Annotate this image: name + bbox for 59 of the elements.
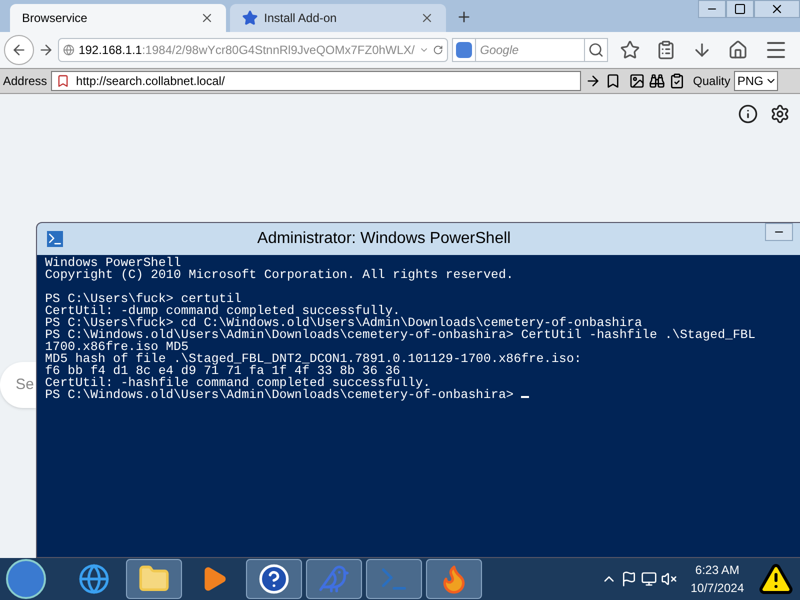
- muted-volume-icon[interactable]: [660, 571, 677, 587]
- console-line: Windows PowerShell: [45, 257, 182, 269]
- globe-icon: [78, 563, 110, 595]
- address-field[interactable]: http://search.collabnet.local/: [51, 71, 582, 91]
- restore-button[interactable]: [726, 0, 754, 18]
- console-line: PS C:\Users\fuck> certutil: [45, 293, 242, 305]
- network-icon[interactable]: [640, 571, 657, 587]
- back-icon: [11, 42, 27, 58]
- reload-icon[interactable]: [432, 43, 443, 57]
- warning-icon[interactable]: [758, 561, 794, 597]
- info-icon[interactable]: [738, 104, 758, 124]
- console-line: f6 bb f4 d1 8c e4 d9 71 71 fa 1f 4f 33 8b 36 36: [45, 365, 400, 377]
- bookmark-icon[interactable]: [605, 73, 622, 89]
- search-field[interactable]: Google: [476, 38, 584, 62]
- console-line: PS C:\Users\fuck> cd C:\Windows.old\Users\Admin\Downloads\cemetery-of-onbashira: [45, 317, 642, 329]
- home-icon[interactable]: [728, 40, 748, 60]
- help-icon: [258, 563, 290, 595]
- close-icon[interactable]: [200, 11, 214, 25]
- console-line: 1700.x86fre.iso MD5: [45, 341, 189, 353]
- search-engine-button[interactable]: [452, 38, 476, 62]
- settings-icon[interactable]: [770, 104, 790, 124]
- close-icon[interactable]: [420, 11, 434, 25]
- flag-icon[interactable]: [620, 571, 637, 587]
- clock[interactable]: 6:23 AM 10/7/2024: [680, 561, 754, 597]
- console-line: CertUtil: -hashfile command completed successfully.: [45, 377, 430, 389]
- browser-tab[interactable]: Browservice: [10, 4, 226, 32]
- console-line: CertUtil: -dump command completed successfully.: [45, 305, 400, 317]
- find-icon[interactable]: [649, 73, 666, 89]
- console-line: PS C:\Windows.old\Users\Admin\Downloads\cemetery-of-onbashira>: [45, 389, 530, 401]
- address-label: Address: [3, 73, 48, 90]
- powershell-icon: [47, 231, 63, 247]
- search-text: Se: [16, 374, 35, 395]
- forward-icon[interactable]: [38, 42, 54, 58]
- taskbar-button[interactable]: [246, 559, 302, 599]
- window-title: Administrator: Windows PowerShell: [257, 229, 511, 249]
- console-line: MD5 hash of file .\Staged_FBL_DNT2_DCON1.7891.0.101129-1700.x86fre.iso:: [45, 353, 582, 365]
- star-icon: [242, 10, 258, 26]
- browser-tab[interactable]: Install Add-on: [230, 4, 446, 32]
- close-button[interactable]: [754, 0, 800, 18]
- globe-icon: [63, 42, 75, 58]
- console-line: Copyright (C) 2010 Microsoft Corporation. All rights reserved.: [45, 269, 514, 281]
- bookmark-icon[interactable]: [620, 40, 640, 60]
- back-button[interactable]: [4, 35, 34, 65]
- bird-icon: [318, 563, 350, 595]
- image-icon[interactable]: [629, 73, 646, 89]
- quality-label: Quality: [693, 73, 730, 90]
- restore-icon: [734, 3, 746, 15]
- console-line: PS C:\Windows.old\Users\Admin\Downloads\cemetery-of-onbashira> CertUtil -hashfile .\Staged_FBL: [45, 329, 756, 341]
- reading-list-icon[interactable]: [656, 40, 676, 60]
- search-engine-icon: [456, 42, 472, 58]
- clipboard-icon[interactable]: [669, 73, 686, 89]
- url-field[interactable]: 192.168.1.1:1984/2/98wYcr80G4StnnRl9JveQOMx7FZ0hWLX/: [58, 38, 448, 62]
- search-button[interactable]: [584, 38, 608, 62]
- search-icon: [588, 42, 604, 58]
- start-button[interactable]: [6, 559, 46, 599]
- close-icon: [770, 2, 784, 16]
- quality-select[interactable]: PNG: [734, 71, 778, 91]
- taskbar-button[interactable]: [126, 559, 182, 599]
- new-tab-icon[interactable]: [456, 9, 472, 25]
